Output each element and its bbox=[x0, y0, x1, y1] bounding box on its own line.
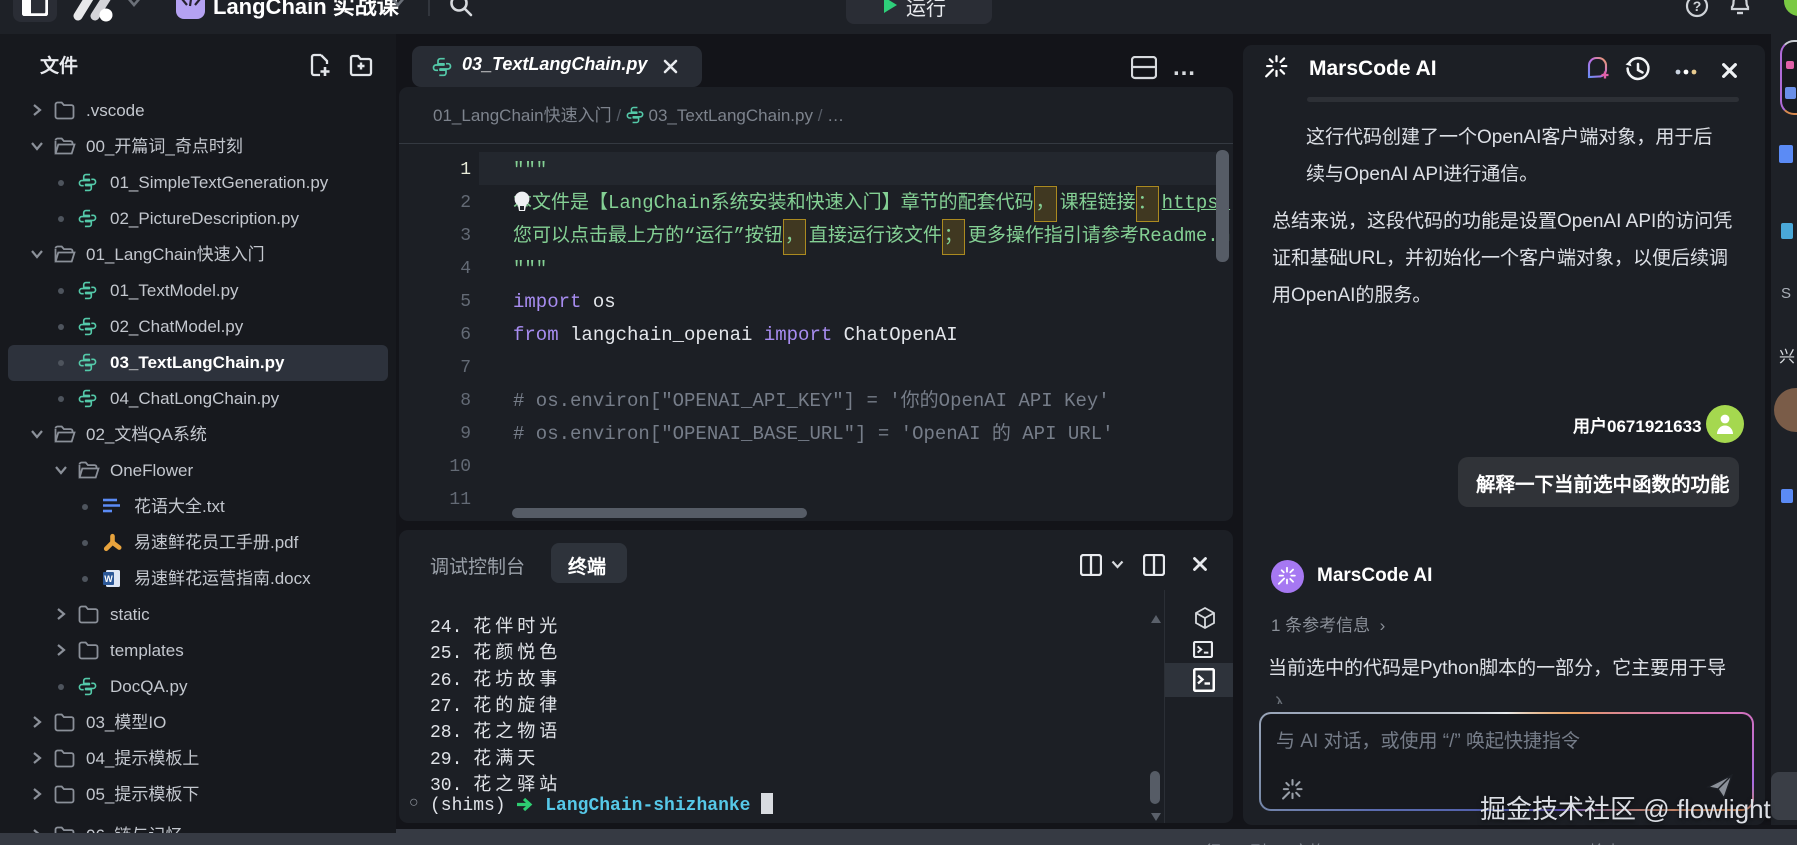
svg-text:?: ? bbox=[1693, 0, 1702, 14]
svg-text:W: W bbox=[104, 574, 113, 584]
